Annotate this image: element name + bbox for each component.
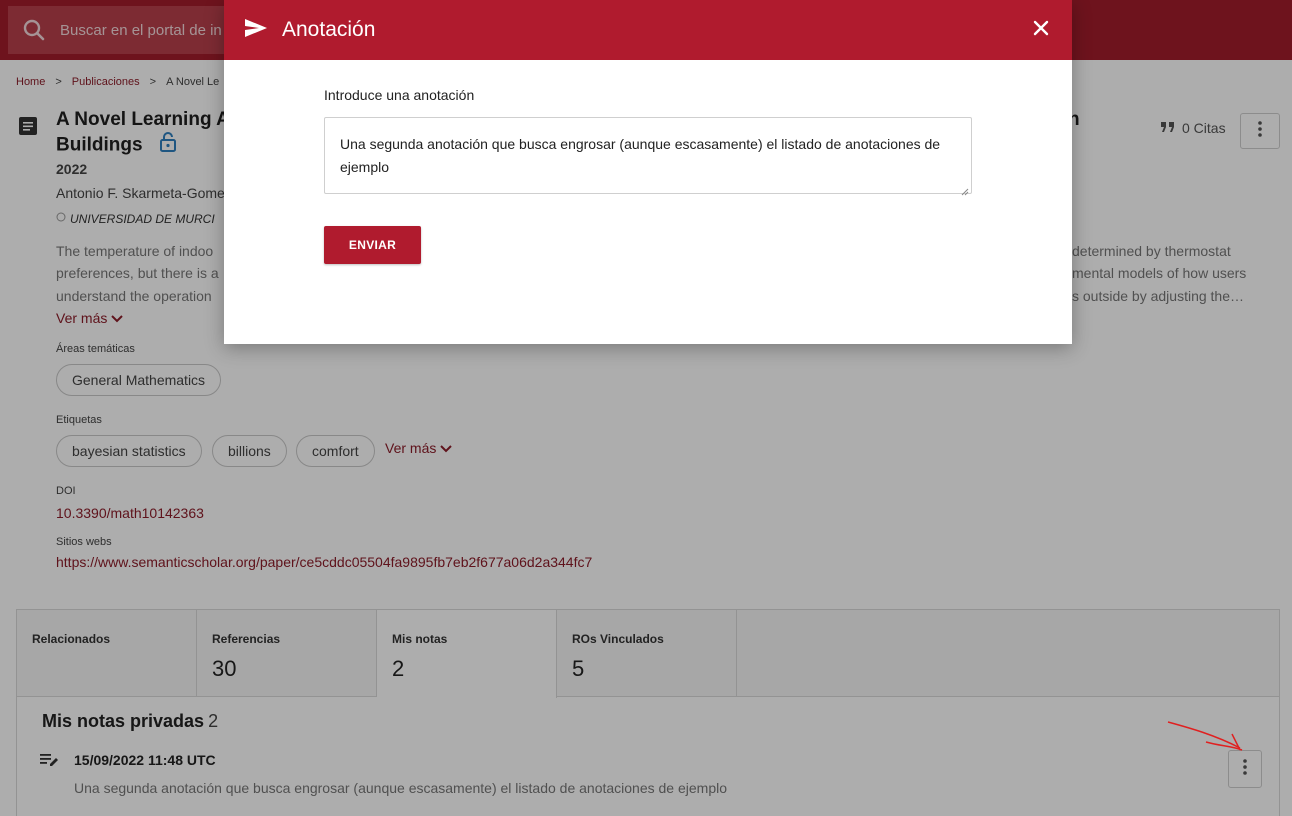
- dialog-header: Anotación: [224, 0, 1072, 60]
- resize-handle-icon[interactable]: [961, 183, 969, 201]
- send-icon: [244, 18, 268, 43]
- annotation-dialog: Anotación Introduce una anotación Una se…: [224, 0, 1072, 344]
- close-icon[interactable]: [1032, 19, 1050, 42]
- annotation-field-label: Introduce una anotación: [324, 87, 475, 103]
- annotation-textarea[interactable]: Una segunda anotación que busca engrosar…: [324, 117, 972, 194]
- submit-button[interactable]: ENVIAR: [324, 226, 421, 264]
- dialog-title: Anotación: [282, 18, 376, 41]
